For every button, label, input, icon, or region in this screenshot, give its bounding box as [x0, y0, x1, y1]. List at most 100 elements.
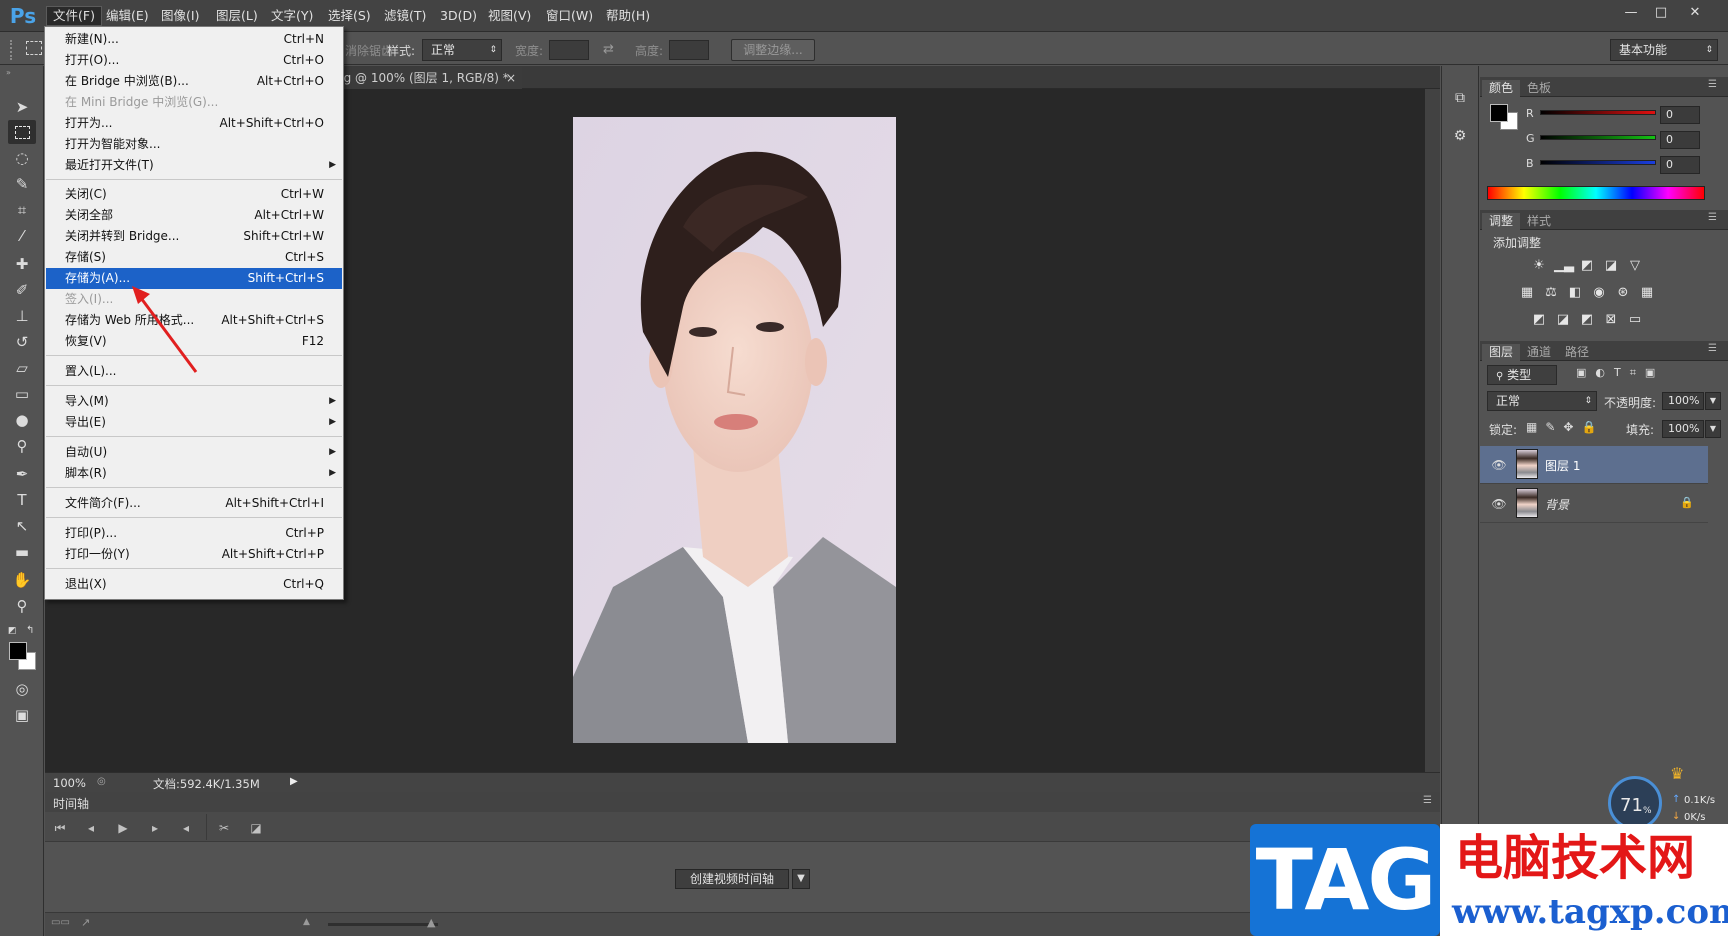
layer-filter-select[interactable]: ⚲ 类型	[1487, 365, 1557, 385]
menu-item-close[interactable]: 关闭(C) Ctrl+W	[46, 184, 342, 205]
menu-select[interactable]: 选择(S)	[322, 6, 377, 26]
tab-adjustments[interactable]: 调整	[1482, 213, 1521, 230]
channel-b-value[interactable]: 0	[1660, 156, 1700, 174]
layer-row-layer1[interactable]: 👁 图层 1	[1480, 446, 1708, 484]
menu-item-browse-bridge[interactable]: 在 Bridge 中浏览(B)... Alt+Ctrl+O	[46, 71, 342, 92]
tab-close-icon[interactable]: ×	[506, 67, 516, 89]
menu-item-save[interactable]: 存储(S) Ctrl+S	[46, 247, 342, 268]
menu-item-export[interactable]: 导出(E) ▶	[46, 412, 342, 433]
channel-g-slider[interactable]	[1540, 135, 1656, 140]
menu-item-print-one-copy[interactable]: 打印一份(Y) Alt+Shift+Ctrl+P	[46, 544, 342, 565]
next-frame-icon[interactable]: ▸	[144, 819, 166, 837]
channel-b-slider[interactable]	[1540, 160, 1656, 165]
maximize-button[interactable]: □	[1646, 3, 1676, 23]
convert-icon[interactable]: ↗	[81, 916, 90, 929]
panel-menu-icon[interactable]: ☰	[1708, 343, 1717, 354]
healing-brush-tool-icon[interactable]: ✚	[8, 252, 36, 276]
zoom-tool-icon[interactable]: ⚲	[8, 594, 36, 618]
document-size-info[interactable]: 文档:592.4K/1.35M	[153, 776, 260, 792]
blend-mode-select[interactable]: 正常 ⇕	[1487, 391, 1597, 411]
panel-menu-icon[interactable]: ☰	[1423, 795, 1432, 806]
menu-item-import[interactable]: 导入(M) ▶	[46, 391, 342, 412]
tab-styles[interactable]: 样式	[1520, 213, 1558, 230]
timeline-zoom-slider[interactable]	[328, 923, 438, 926]
opacity-input[interactable]: 100%	[1662, 392, 1704, 410]
tab-swatches[interactable]: 色板	[1520, 80, 1558, 97]
threshold-icon[interactable]: ◩	[1578, 312, 1596, 328]
menu-3d[interactable]: 3D(D)	[434, 6, 483, 26]
menu-item-close-all[interactable]: 关闭全部 Alt+Ctrl+W	[46, 205, 342, 226]
transition-icon[interactable]: ◪	[245, 819, 267, 837]
quick-mask-icon[interactable]: ◎	[8, 677, 36, 701]
brightness-icon[interactable]: ☀	[1530, 258, 1548, 274]
history-panel-icon[interactable]: ⧉	[1448, 90, 1472, 112]
hue-saturation-icon[interactable]: ▦	[1518, 285, 1536, 301]
go-to-first-frame-icon[interactable]: ⏮	[49, 819, 71, 837]
frame-mode-icon[interactable]: ▭▭	[51, 917, 70, 928]
foreground-color-swatch[interactable]	[9, 642, 27, 660]
visibility-eye-icon[interactable]: 👁	[1490, 458, 1508, 472]
default-colors-icon[interactable]: ◩	[8, 626, 18, 636]
menu-item-print[interactable]: 打印(P)... Ctrl+P	[46, 523, 342, 544]
photo-filter-icon[interactable]: ◉	[1590, 285, 1608, 301]
swap-icon[interactable]: ⇄	[603, 42, 614, 57]
vibrance-icon[interactable]: ▽	[1626, 258, 1644, 274]
minimize-button[interactable]: —	[1616, 3, 1646, 23]
color-spectrum-ramp[interactable]	[1487, 186, 1705, 200]
tab-layers[interactable]: 图层	[1482, 344, 1521, 361]
foreground-color-swatch[interactable]	[1490, 104, 1508, 122]
brush-tool-icon[interactable]: ✐	[8, 278, 36, 302]
zoom-level[interactable]: 100%	[53, 776, 86, 790]
panel-collapse-icon[interactable]: »	[6, 68, 40, 77]
create-timeline-dropdown-icon[interactable]: ▼	[792, 869, 810, 889]
opacity-dropdown-icon[interactable]: ▼	[1705, 392, 1721, 410]
status-menu-arrow-icon[interactable]: ▶	[290, 776, 298, 787]
visibility-eye-icon[interactable]: 👁	[1490, 497, 1508, 511]
menu-item-file-info[interactable]: 文件简介(F)... Alt+Shift+Ctrl+I	[46, 493, 342, 514]
menu-help[interactable]: 帮助(H)	[600, 6, 656, 26]
menu-filter[interactable]: 滤镜(T)	[378, 6, 432, 26]
create-video-timeline-button[interactable]: 创建视频时间轴	[675, 869, 789, 889]
layer-name[interactable]: 图层 1	[1545, 457, 1580, 474]
tab-paths[interactable]: 路径	[1558, 344, 1596, 361]
width-input[interactable]	[549, 40, 589, 60]
previous-frame-icon[interactable]: ◂	[80, 819, 102, 837]
exposure-icon[interactable]: ◪	[1602, 258, 1620, 274]
black-white-icon[interactable]: ◧	[1566, 285, 1584, 301]
marquee-tool-preset-icon[interactable]	[26, 41, 42, 55]
screen-mode-icon[interactable]: ▣	[8, 703, 36, 727]
panel-menu-icon[interactable]: ☰	[1708, 212, 1717, 223]
channel-r-value[interactable]: 0	[1660, 106, 1700, 124]
layer-filter-icons[interactable]: ▣◐T⌗▣	[1576, 366, 1706, 384]
posterize-icon[interactable]: ◪	[1554, 312, 1572, 328]
invert-icon[interactable]: ◩	[1530, 312, 1548, 328]
play-icon[interactable]: ▶	[112, 819, 134, 837]
style-select[interactable]: 正常 ⇕	[422, 39, 502, 61]
channel-mixer-icon[interactable]: ⊛	[1614, 285, 1632, 301]
refine-edge-button[interactable]: 调整边缘...	[731, 39, 815, 61]
close-button[interactable]: ✕	[1680, 3, 1710, 23]
menu-item-close-go-bridge[interactable]: 关闭并转到 Bridge... Shift+Ctrl+W	[46, 226, 342, 247]
height-input[interactable]	[669, 40, 709, 60]
menu-item-open[interactable]: 打开(O)... Ctrl+O	[46, 50, 342, 71]
fill-dropdown-icon[interactable]: ▼	[1705, 420, 1721, 438]
menu-item-open-as[interactable]: 打开为... Alt+Shift+Ctrl+O	[46, 113, 342, 134]
menu-file[interactable]: 文件(F)	[46, 6, 102, 26]
menu-view[interactable]: 视图(V)	[482, 6, 537, 26]
zoom-indicator-icon[interactable]: ◎	[97, 776, 106, 787]
type-tool-icon[interactable]: T	[8, 488, 36, 512]
menu-image[interactable]: 图像(I)	[155, 6, 205, 26]
menu-type[interactable]: 文字(Y)	[265, 6, 319, 26]
dodge-tool-icon[interactable]: ⚲	[8, 434, 36, 458]
quick-selection-tool-icon[interactable]: ✎	[8, 172, 36, 196]
rect-marquee-tool-icon[interactable]	[8, 120, 36, 144]
fill-input[interactable]: 100%	[1662, 420, 1704, 438]
split-scissors-icon[interactable]: ✂	[213, 819, 235, 837]
tab-color[interactable]: 颜色	[1482, 80, 1521, 97]
eyedropper-tool-icon[interactable]: ⁄	[8, 224, 36, 248]
menu-item-new[interactable]: 新建(N)... Ctrl+N	[46, 29, 342, 50]
lock-options-icons[interactable]: ▦✎✥🔒	[1526, 420, 1606, 436]
rectangle-tool-icon[interactable]: ▬	[8, 540, 36, 564]
menu-item-recent-files[interactable]: 最近打开文件(T) ▶	[46, 155, 342, 176]
hand-tool-icon[interactable]: ✋	[8, 568, 36, 592]
